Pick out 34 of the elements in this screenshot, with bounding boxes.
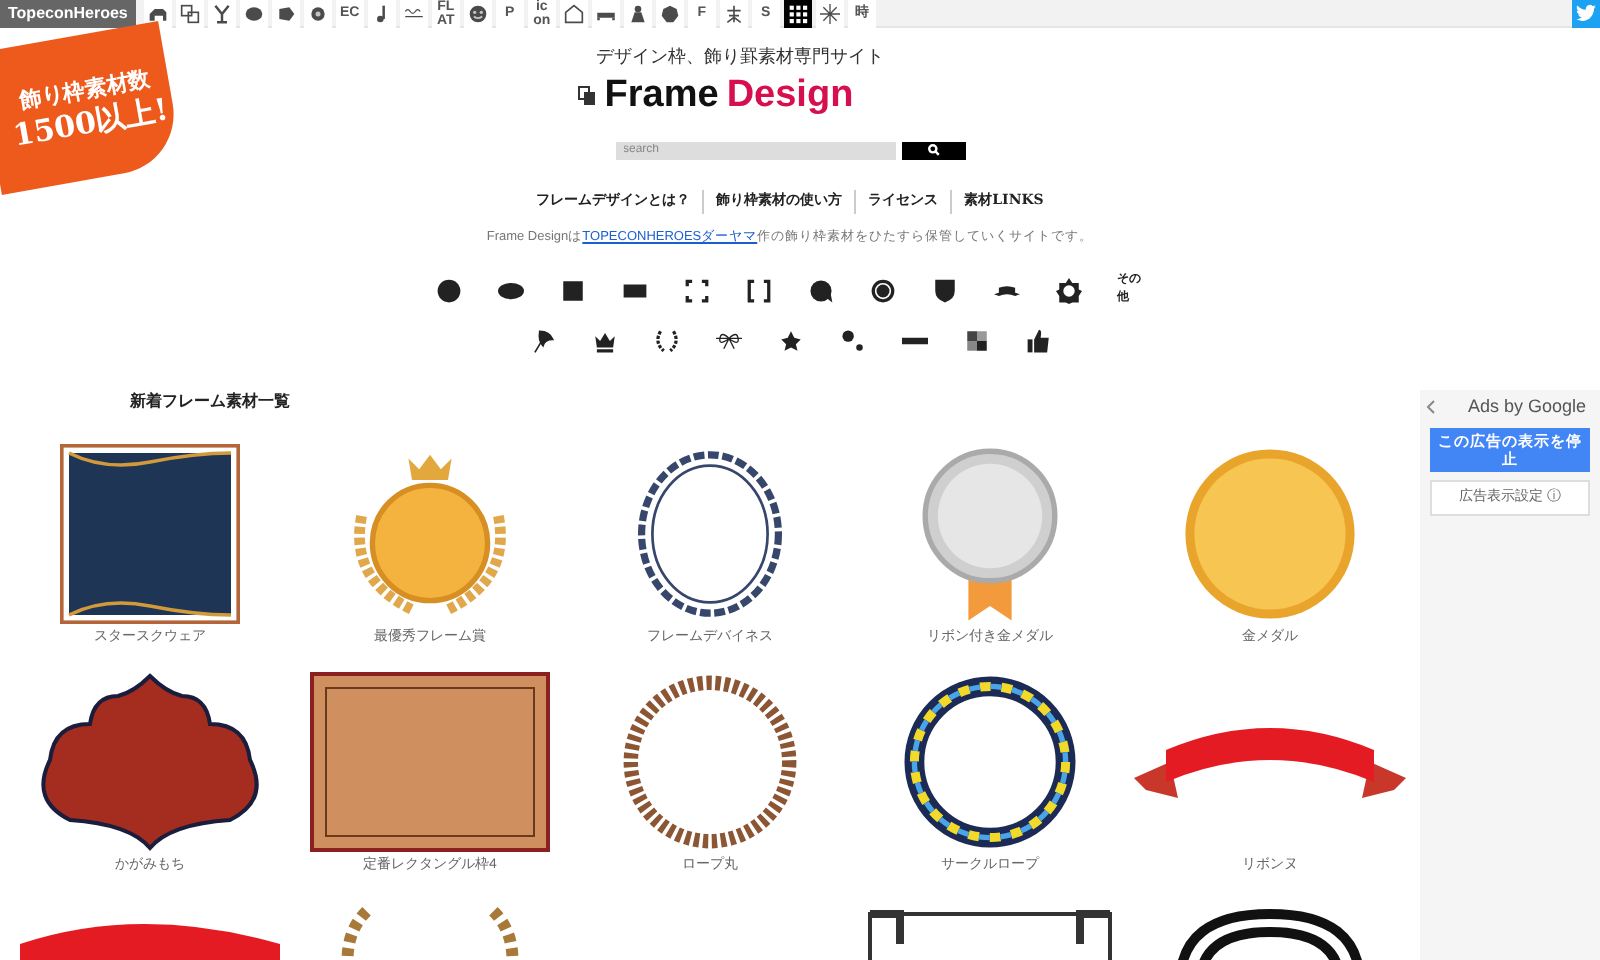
site-logo[interactable]: TopeconHeroes (0, 0, 136, 27)
wave-icon[interactable] (399, 0, 428, 27)
house-icon[interactable] (559, 0, 588, 27)
figure-icon[interactable] (207, 0, 236, 27)
logo-text[interactable]: Design (726, 73, 854, 117)
corners-icon[interactable] (683, 276, 711, 305)
grid-icon[interactable] (783, 0, 812, 27)
person-icon[interactable] (623, 0, 652, 27)
twitter-icon[interactable] (1572, 0, 1600, 27)
circle-icon[interactable] (435, 276, 463, 305)
shield-icon[interactable] (931, 276, 959, 305)
gear-badge-icon[interactable] (1055, 276, 1083, 305)
dots-icon[interactable] (838, 326, 866, 355)
square-icon[interactable] (559, 276, 587, 305)
search-icon (927, 144, 939, 156)
square-frame-drawing[interactable] (60, 442, 240, 627)
thumbs-up-icon[interactable] (1024, 326, 1052, 355)
logo-icon (578, 85, 597, 105)
mosaic-icon[interactable] (962, 326, 990, 355)
sofa-icon[interactable] (591, 0, 620, 27)
ads-label: Ads by Google (1467, 394, 1586, 420)
smiley-icon[interactable] (463, 0, 492, 27)
seal-icon[interactable] (869, 276, 897, 305)
search-button[interactable] (901, 141, 965, 159)
copy-icon[interactable] (175, 0, 204, 27)
section-title: 新着フレーム素材一覧 (130, 390, 290, 415)
laurel-icon[interactable] (652, 326, 680, 355)
rectangle-frame-drawing[interactable] (310, 669, 550, 854)
brackets-icon[interactable] (745, 276, 773, 305)
music-note-icon[interactable] (367, 0, 396, 27)
sparkle-icon[interactable] (815, 0, 844, 27)
logo-text[interactable]: Frame (604, 73, 719, 117)
star-icon[interactable] (776, 326, 804, 355)
tagline: デザイン枠、飾り罫素材専門サイト (596, 44, 884, 70)
